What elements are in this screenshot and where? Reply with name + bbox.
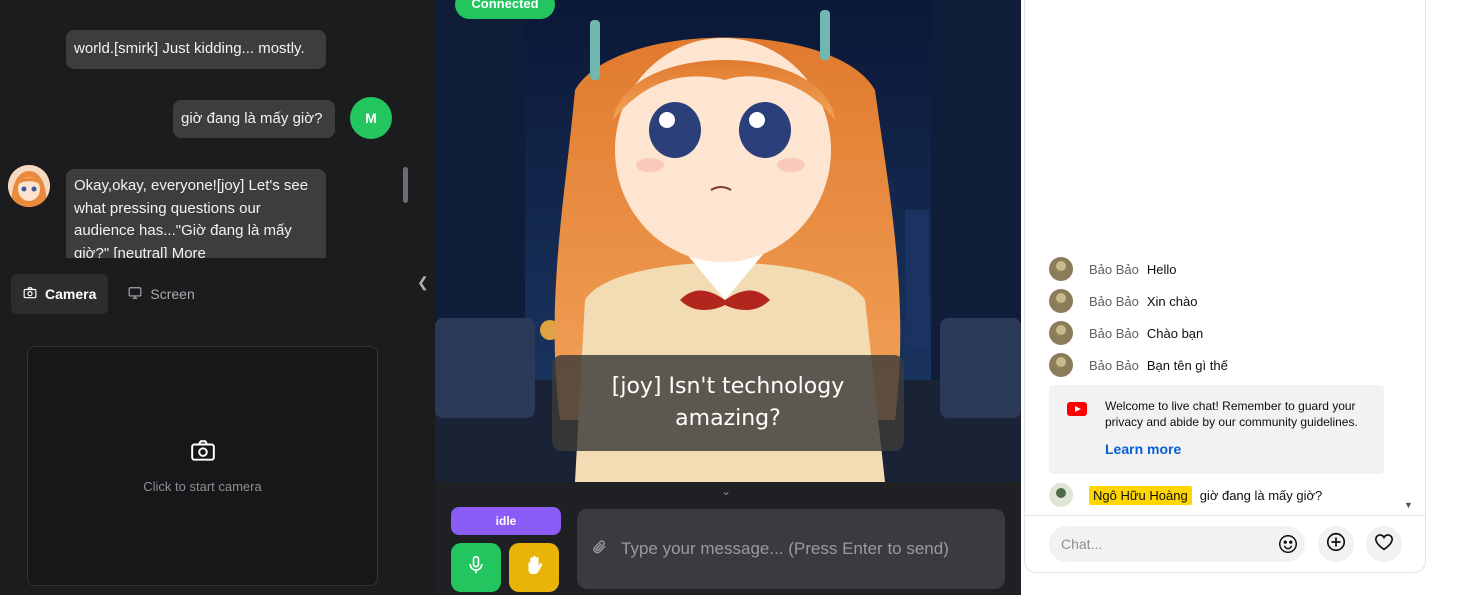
scroll-down-icon[interactable]: ▼ (1404, 500, 1413, 510)
collapse-sidebar-icon[interactable]: ❮ (417, 274, 429, 291)
chat-text: Xin chào (1146, 293, 1198, 309)
live-chat-frame: Bảo Bảo Hello Bảo Bảo Xin chào Bảo Bảo C… (1024, 0, 1426, 573)
camera-icon (190, 438, 216, 469)
avatar (1049, 257, 1073, 281)
hand-icon (523, 553, 545, 582)
chat-author[interactable]: Bảo Bảo (1089, 262, 1139, 277)
reaction-button[interactable] (1366, 526, 1402, 562)
live-chat-message: Bảo Bảo Bạn tên gì thế (1049, 353, 1228, 377)
chat-author[interactable]: Bảo Bảo (1089, 294, 1139, 309)
chat-text: Bạn tên gì thế (1146, 357, 1228, 373)
chat-scrollbar[interactable] (403, 167, 408, 203)
connection-status-badge: Connected (455, 0, 555, 19)
chat-author[interactable]: Ngô Hữu Hoàng (1089, 485, 1192, 505)
live-chat-input-box[interactable] (1049, 526, 1305, 562)
heart-icon (1373, 531, 1395, 558)
avatar (1049, 353, 1073, 377)
tab-camera[interactable]: Camera (11, 274, 109, 314)
camera-icon (23, 286, 37, 303)
live-chat-message: Bảo Bảo Xin chào (1049, 289, 1197, 313)
message-input[interactable] (621, 539, 981, 559)
emoji-icon[interactable] (1275, 531, 1301, 557)
user-avatar: M (350, 97, 392, 139)
divider (1025, 515, 1425, 516)
chat-author[interactable]: Bảo Bảo (1089, 326, 1139, 341)
live-chat-input[interactable] (1061, 536, 1261, 552)
input-source-tabs: Camera Screen (11, 274, 207, 314)
chat-text: giờ đang là mấy giờ? (1199, 487, 1323, 503)
monitor-icon (128, 286, 142, 303)
attachment-icon[interactable] (591, 537, 607, 562)
app-root: world.[smirk] Just kidding... mostly. gi… (0, 0, 1470, 595)
microphone-icon (466, 554, 486, 581)
message-input-box[interactable] (577, 509, 1005, 589)
avatar (1049, 289, 1073, 313)
tab-label: Screen (150, 286, 195, 302)
ai-avatar (8, 165, 50, 207)
chat-text: Chào bạn (1146, 325, 1204, 341)
microphone-button[interactable] (451, 543, 501, 592)
tab-screen[interactable]: Screen (116, 274, 206, 314)
camera-preview[interactable]: Click to start camera (27, 346, 378, 586)
add-button[interactable] (1318, 526, 1354, 562)
live-chat-panel: Bảo Bảo Hello Bảo Bảo Xin chào Bảo Bảo C… (1021, 0, 1470, 595)
youtube-logo-icon (1067, 402, 1087, 416)
stage-panel: Connected [joy] Isn't technology amazing… (435, 0, 1021, 595)
subtitle-box: [joy] Isn't technology amazing? (552, 355, 904, 451)
avatar (1049, 321, 1073, 345)
interrupt-button[interactable] (509, 543, 559, 592)
ai-message-bubble: Okay,okay, everyone![joy] Let's see what… (66, 169, 326, 258)
live-chat-message: Ngô Hữu Hoàng giờ đang là mấy giờ? (1049, 483, 1322, 507)
chat-text: Hello (1146, 261, 1177, 277)
ai-message-bubble: world.[smirk] Just kidding... mostly. (66, 30, 326, 69)
chat-author[interactable]: Bảo Bảo (1089, 358, 1139, 373)
chat-history[interactable]: world.[smirk] Just kidding... mostly. gi… (0, 0, 412, 258)
user-message-bubble: giờ đang là mấy giờ? (173, 100, 335, 138)
control-bar: ⌄ idle (435, 482, 1021, 595)
left-panel: world.[smirk] Just kidding... mostly. gi… (0, 0, 435, 595)
chevron-down-icon[interactable]: ⌄ (721, 484, 731, 498)
avatar (1049, 483, 1073, 507)
live-chat-message: Bảo Bảo Chào bạn (1049, 321, 1203, 345)
welcome-banner: Welcome to live chat! Remember to guard … (1049, 385, 1384, 474)
tab-label: Camera (45, 286, 97, 302)
camera-start-label: Click to start camera (143, 479, 262, 494)
plus-circle-icon (1325, 531, 1347, 558)
learn-more-link[interactable]: Learn more (1105, 441, 1181, 457)
live2d-scene: Connected [joy] Isn't technology amazing… (435, 0, 1021, 482)
state-indicator: idle (451, 507, 561, 535)
live-chat-message: Bảo Bảo Hello (1049, 257, 1177, 281)
welcome-text: Welcome to live chat! Remember to guard … (1105, 399, 1358, 429)
